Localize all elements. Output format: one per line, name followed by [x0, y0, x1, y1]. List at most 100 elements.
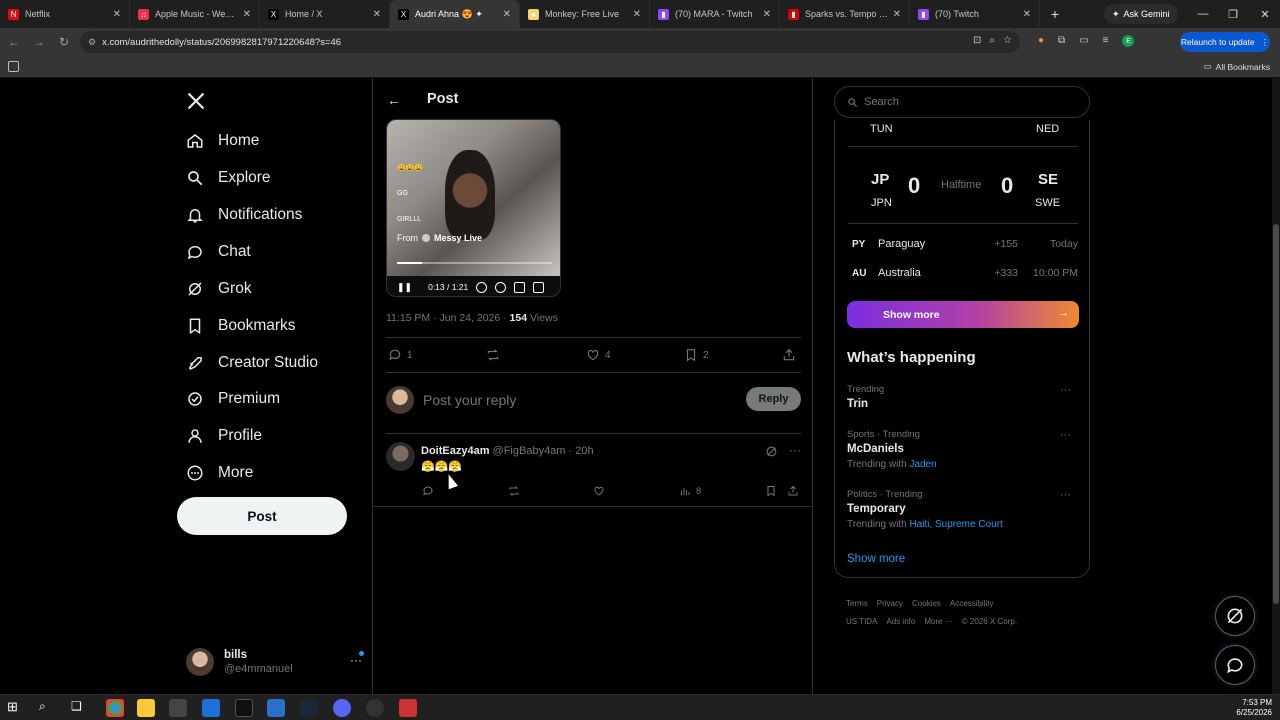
- close-tab-icon[interactable]: ✕: [893, 9, 901, 20]
- comment-author[interactable]: DoitEazy4am: [421, 445, 489, 457]
- restore-button[interactable]: ❐: [1218, 0, 1248, 28]
- profile-icon[interactable]: E: [1122, 35, 1135, 47]
- show-more-link[interactable]: Show more: [847, 553, 905, 565]
- file-explorer-icon[interactable]: [137, 699, 155, 717]
- account-switcher[interactable]: bills @e4mmanuel ···: [186, 643, 366, 681]
- avatar[interactable]: [386, 442, 415, 471]
- puzzle-icon[interactable]: ⧉: [1058, 35, 1065, 47]
- show-more-sports-button[interactable]: Show more →: [847, 301, 1079, 328]
- more-dots-icon[interactable]: ···: [789, 443, 801, 457]
- steam-icon[interactable]: [300, 699, 318, 717]
- app-icon[interactable]: [235, 699, 253, 717]
- back-arrow-icon[interactable]: ←: [387, 92, 401, 108]
- footer-link[interactable]: Ads info: [886, 617, 915, 626]
- close-tab-icon[interactable]: ✕: [763, 9, 771, 20]
- system-clock[interactable]: 7:53 PM 6/25/2026: [1236, 698, 1272, 718]
- ask-gemini-button[interactable]: ✦ Ask Gemini: [1104, 4, 1178, 24]
- close-tab-icon[interactable]: ✕: [633, 9, 641, 20]
- zoom-icon[interactable]: ⌕: [989, 35, 995, 46]
- star-icon[interactable]: ☆: [1003, 35, 1012, 46]
- browser-tab[interactable]: ♫ Apple Music - Web Pla... ✕: [130, 0, 260, 28]
- reload-icon[interactable]: ↻: [53, 31, 75, 53]
- sidebar-item-explore[interactable]: Explore: [186, 165, 271, 191]
- bookmark-button[interactable]: [765, 485, 777, 497]
- minimize-button[interactable]: —: [1188, 0, 1218, 28]
- more-dots-icon[interactable]: ···: [1060, 384, 1071, 396]
- close-window-button[interactable]: ✕: [1250, 0, 1280, 28]
- match-row[interactable]: AU Australia +333 10:00 PM: [848, 262, 1078, 284]
- settings-icon[interactable]: [495, 281, 507, 293]
- chat-fab-button[interactable]: [1215, 645, 1255, 685]
- new-tab-button[interactable]: +: [1044, 3, 1066, 25]
- sidebar-item-grok[interactable]: Grok: [186, 276, 252, 302]
- reply-input[interactable]: Post your reply: [423, 392, 516, 408]
- search-input[interactable]: Search: [834, 86, 1090, 118]
- pause-icon[interactable]: ❚❚: [397, 282, 412, 293]
- trend-item[interactable]: Trending Trin ···: [847, 384, 1079, 410]
- site-info-icon[interactable]: ⚙: [88, 37, 96, 48]
- sidebar-item-chat[interactable]: Chat: [186, 239, 251, 265]
- sidebar-item-creator-studio[interactable]: Creator Studio: [186, 350, 318, 376]
- browser-tab[interactable]: ▮ (70) Twitch ✕: [910, 0, 1040, 28]
- all-bookmarks[interactable]: ▭ All Bookmarks: [1204, 61, 1270, 72]
- install-icon[interactable]: ⊡: [973, 35, 981, 46]
- close-tab-icon[interactable]: ✕: [243, 9, 251, 20]
- app-icon[interactable]: [399, 699, 417, 717]
- footer-link[interactable]: Accessibility: [950, 599, 994, 608]
- bookmark-button[interactable]: 2: [684, 348, 709, 362]
- repost-button[interactable]: [486, 348, 500, 362]
- editor-icon[interactable]: [202, 699, 220, 717]
- relaunch-button[interactable]: Relaunch to update ⋮: [1180, 32, 1270, 52]
- browser-tab[interactable]: ● Monkey: Free Live ✕: [520, 0, 650, 28]
- trending-with-link[interactable]: Jaden: [909, 459, 936, 470]
- grok-icon[interactable]: [765, 445, 778, 458]
- apps-icon[interactable]: [8, 61, 19, 72]
- url-field[interactable]: ⚙ x.com/audrithedolly/status/20699828179…: [80, 31, 1020, 53]
- share-button[interactable]: [782, 348, 796, 362]
- sidebar-item-profile[interactable]: Profile: [186, 423, 262, 449]
- search-icon[interactable]: ⌕: [39, 699, 57, 717]
- browser-tab[interactable]: ▮ Sparks vs. Tempo (Jun... ✕: [780, 0, 910, 28]
- more-dots-icon[interactable]: ···: [1060, 429, 1071, 441]
- app-icon[interactable]: [366, 699, 384, 717]
- footer-link[interactable]: More ···: [924, 617, 952, 626]
- extension-icon[interactable]: ●: [1038, 35, 1044, 47]
- browser-tab[interactable]: ▮ (70) MARA - Twitch ✕: [650, 0, 780, 28]
- chrome-icon[interactable]: [106, 699, 124, 717]
- post-button[interactable]: Post: [177, 497, 347, 535]
- sidebar-item-bookmarks[interactable]: Bookmarks: [186, 313, 296, 339]
- video-player[interactable]: 😩😩😩 GG GIRLLL From Messy Live ❚❚ 0:13 / …: [386, 119, 561, 297]
- reply-button[interactable]: [422, 485, 434, 497]
- trend-item[interactable]: Politics · Trending Temporary Trending w…: [847, 489, 1079, 530]
- volume-icon[interactable]: [476, 281, 488, 293]
- close-tab-icon[interactable]: ✕: [373, 9, 381, 20]
- footer-link[interactable]: © 2026 X Corp.: [962, 617, 1017, 626]
- discord-icon[interactable]: [333, 699, 351, 717]
- share-button[interactable]: [787, 485, 799, 497]
- views-button[interactable]: 8: [679, 485, 701, 497]
- reply-button[interactable]: 1: [388, 348, 413, 362]
- grok-fab-button[interactable]: [1215, 596, 1255, 636]
- browser-tab[interactable]: X Home / X ✕: [260, 0, 390, 28]
- terminal-icon[interactable]: [169, 699, 187, 717]
- footer-link[interactable]: US TIDA: [846, 617, 877, 626]
- video-progress-bar[interactable]: [397, 262, 552, 264]
- footer-link[interactable]: Cookies: [912, 599, 941, 608]
- windows-start-icon[interactable]: ⊞: [7, 699, 25, 717]
- more-dots-icon[interactable]: ···: [350, 653, 362, 667]
- back-nav-icon[interactable]: ←: [3, 31, 25, 53]
- pip-icon[interactable]: [514, 281, 526, 293]
- x-logo-icon[interactable]: [186, 91, 206, 111]
- repost-button[interactable]: [508, 485, 520, 497]
- like-button[interactable]: [593, 485, 605, 497]
- sidebar-item-notifications[interactable]: Notifications: [186, 202, 302, 228]
- trending-with-link[interactable]: Haiti, Supreme Court: [909, 519, 1002, 530]
- app-icon[interactable]: [267, 699, 285, 717]
- post-timestamp[interactable]: 11:15 PM · Jun 24, 2026 ·: [386, 312, 510, 324]
- sidebar-item-home[interactable]: Home: [186, 128, 259, 154]
- sidebar-item-premium[interactable]: Premium: [186, 386, 280, 412]
- forward-nav-icon[interactable]: →: [28, 31, 50, 53]
- scrollbar[interactable]: [1272, 78, 1280, 694]
- browser-tab[interactable]: X Audri Ahna 😍 ✦ ✕: [390, 0, 520, 28]
- match-row[interactable]: PY Paraguay +155 Today: [848, 233, 1078, 255]
